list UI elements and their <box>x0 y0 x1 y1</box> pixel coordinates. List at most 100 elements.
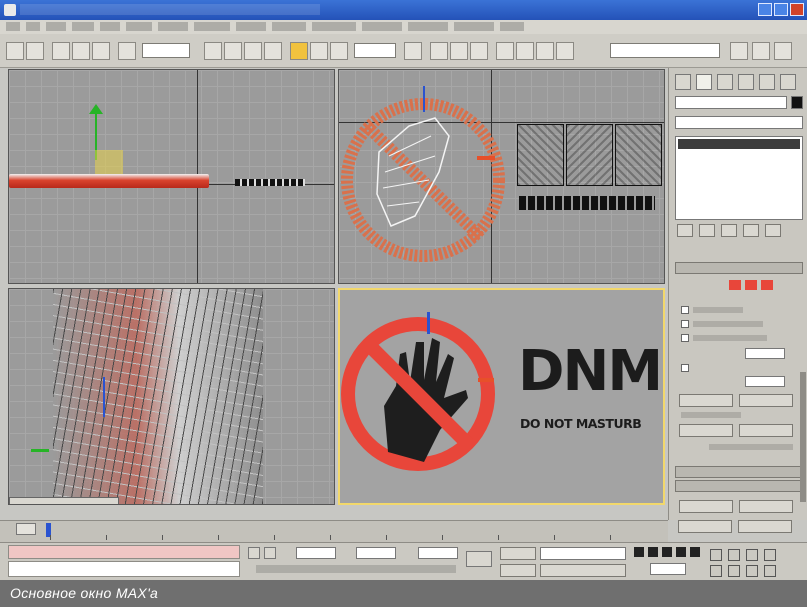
object-name-field[interactable] <box>675 96 787 109</box>
modifier-stack-item[interactable] <box>678 139 800 149</box>
close-icon[interactable] <box>790 3 804 16</box>
quick-render-icon[interactable] <box>730 42 748 60</box>
motion-panel-icon[interactable] <box>738 74 754 90</box>
polygon-level-icon[interactable] <box>761 280 773 290</box>
attach-list-button[interactable] <box>738 520 792 533</box>
move-icon[interactable] <box>290 42 308 60</box>
copy-button[interactable] <box>679 424 733 437</box>
vertex-level-icon[interactable] <box>729 280 741 290</box>
modifier-list-dropdown[interactable] <box>675 116 803 129</box>
redo-icon[interactable] <box>26 42 44 60</box>
named-selection-dropdown[interactable] <box>610 43 720 58</box>
soft-selection-rollout-header[interactable] <box>675 466 803 478</box>
orbit-icon[interactable] <box>746 565 758 577</box>
lock-icon[interactable] <box>248 547 260 559</box>
menu-item[interactable] <box>194 22 230 31</box>
pivot-icon[interactable] <box>404 42 422 60</box>
y-coordinate-field[interactable] <box>356 547 396 559</box>
attach-button[interactable] <box>678 520 732 533</box>
menu-item[interactable] <box>46 22 66 31</box>
modifier-stack[interactable] <box>675 136 803 220</box>
configure-sets-icon[interactable] <box>765 224 781 237</box>
object-color-swatch[interactable] <box>791 96 803 109</box>
maximize-viewport-icon[interactable] <box>764 565 776 577</box>
menu-item[interactable] <box>6 22 20 31</box>
checkbox[interactable] <box>681 364 689 372</box>
region-select-icon[interactable] <box>244 42 262 60</box>
selection-filter-icon[interactable] <box>118 42 136 60</box>
time-slider[interactable] <box>0 520 668 542</box>
zoom-all-icon[interactable] <box>728 549 740 561</box>
set-key-button[interactable] <box>500 564 536 577</box>
viewport-top[interactable] <box>8 69 335 284</box>
edge-level-icon[interactable] <box>745 280 757 290</box>
menu-item[interactable] <box>126 22 152 31</box>
planar-thresh-spinner[interactable] <box>745 348 785 359</box>
make-unique-icon[interactable] <box>721 224 737 237</box>
key-icon[interactable] <box>466 551 492 567</box>
display-panel-icon[interactable] <box>759 74 775 90</box>
pan-icon[interactable] <box>728 565 740 577</box>
delete-button[interactable] <box>739 500 793 513</box>
align-icon[interactable] <box>516 42 534 60</box>
hide-button[interactable] <box>679 394 733 407</box>
menu-item[interactable] <box>158 22 188 31</box>
checkbox[interactable] <box>681 320 689 328</box>
material-editor-icon[interactable] <box>536 42 554 60</box>
z-coordinate-field[interactable] <box>418 547 458 559</box>
absolute-mode-icon[interactable] <box>264 547 276 559</box>
zoom-extents-icon[interactable] <box>746 549 758 561</box>
percent-snap-icon[interactable] <box>470 42 488 60</box>
go-to-end-icon[interactable] <box>690 547 700 557</box>
show-end-result-icon[interactable] <box>699 224 715 237</box>
menu-item[interactable] <box>72 22 94 31</box>
menu-item[interactable] <box>236 22 266 31</box>
select-icon[interactable] <box>204 42 222 60</box>
mirror-icon[interactable] <box>496 42 514 60</box>
go-to-start-icon[interactable] <box>634 547 644 557</box>
unlink-icon[interactable] <box>72 42 90 60</box>
key-filters-button[interactable] <box>540 564 626 577</box>
viewport-front[interactable] <box>338 69 665 284</box>
unhide-all-button[interactable] <box>739 394 793 407</box>
minimize-icon[interactable] <box>758 3 772 16</box>
maximize-icon[interactable] <box>774 3 788 16</box>
remove-modifier-icon[interactable] <box>743 224 759 237</box>
create-button[interactable] <box>679 500 733 513</box>
link-icon[interactable] <box>52 42 70 60</box>
menu-item[interactable] <box>26 22 40 31</box>
maxscript-listener[interactable] <box>8 545 240 559</box>
paste-button[interactable] <box>739 424 793 437</box>
menu-item[interactable] <box>408 22 448 31</box>
selection-rollout-header[interactable] <box>675 262 803 274</box>
angle-snap-icon[interactable] <box>450 42 468 60</box>
reference-coordinate-dropdown[interactable] <box>354 43 396 58</box>
create-panel-icon[interactable] <box>675 74 691 90</box>
selection-filter-dropdown[interactable] <box>142 43 190 58</box>
menu-item[interactable] <box>500 22 524 31</box>
pin-stack-icon[interactable] <box>677 224 693 237</box>
render-scene-icon[interactable] <box>752 42 770 60</box>
viewport-left[interactable] <box>8 288 335 505</box>
next-frame-icon[interactable] <box>676 547 686 557</box>
previous-frame-icon[interactable] <box>648 547 658 557</box>
utilities-panel-icon[interactable] <box>780 74 796 90</box>
rotate-icon[interactable] <box>310 42 328 60</box>
render-icon[interactable] <box>556 42 574 60</box>
modify-panel-icon[interactable] <box>696 74 712 90</box>
auto-key-button[interactable] <box>500 547 536 560</box>
checkbox[interactable] <box>681 306 689 314</box>
command-panel-scrollbar[interactable] <box>800 372 806 502</box>
edit-geometry-rollout-header[interactable] <box>675 480 803 492</box>
show-normals-spinner[interactable] <box>745 376 785 387</box>
hierarchy-panel-icon[interactable] <box>717 74 733 90</box>
selection-set-dropdown[interactable] <box>540 547 626 560</box>
zoom-extents-all-icon[interactable] <box>764 549 776 561</box>
menu-item[interactable] <box>454 22 494 31</box>
checkbox[interactable] <box>681 334 689 342</box>
snap-icon[interactable] <box>430 42 448 60</box>
menu-item[interactable] <box>100 22 120 31</box>
select-by-name-icon[interactable] <box>224 42 242 60</box>
window-crossing-icon[interactable] <box>264 42 282 60</box>
scale-icon[interactable] <box>330 42 348 60</box>
